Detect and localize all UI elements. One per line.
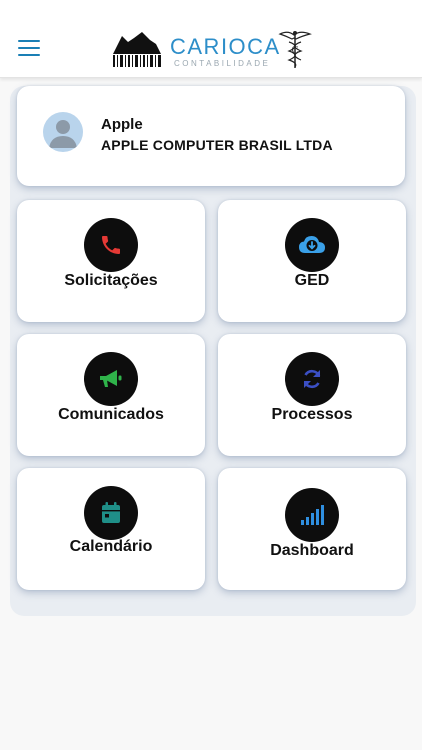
svg-text:C: C bbox=[292, 45, 299, 56]
tile-solicitacoes[interactable]: Solicitações bbox=[17, 200, 205, 322]
tile-label: Solicitações bbox=[64, 272, 158, 289]
profile-company: APPLE COMPUTER BRASIL LTDA bbox=[101, 137, 333, 153]
tile-calendario[interactable]: Calendário bbox=[17, 468, 205, 590]
calendar-icon bbox=[102, 502, 120, 523]
tile-dashboard[interactable]: Dashboard bbox=[218, 468, 406, 590]
user-avatar-icon bbox=[49, 120, 77, 148]
caduceus-icon: C bbox=[278, 31, 312, 68]
tile-ged[interactable]: GED bbox=[218, 200, 406, 322]
tile-label: Comunicados bbox=[58, 406, 164, 423]
tile-label: Calendário bbox=[69, 538, 153, 555]
profile-name: Apple bbox=[101, 116, 143, 133]
tile-processos[interactable]: Processos bbox=[218, 334, 406, 456]
signal-bars-icon bbox=[301, 505, 324, 525]
avatar bbox=[43, 112, 83, 152]
tile-label: GED bbox=[294, 272, 330, 289]
phone-icon bbox=[102, 236, 120, 254]
carioca-logo: CARIOCA CONTABILIDADE C bbox=[112, 28, 312, 72]
mountain-barcode-icon bbox=[113, 32, 161, 67]
logo-title: CARIOCA bbox=[170, 34, 281, 59]
profile-card[interactable]: Apple APPLE COMPUTER BRASIL LTDA bbox=[17, 86, 405, 186]
tile-label: Processos bbox=[271, 406, 353, 423]
app-header: CARIOCA CONTABILIDADE C bbox=[0, 0, 422, 78]
cloud-download-icon bbox=[299, 236, 325, 253]
megaphone-icon bbox=[100, 370, 122, 387]
tile-label: Dashboard bbox=[270, 542, 354, 559]
tile-comunicados[interactable]: Comunicados bbox=[17, 334, 205, 456]
sync-icon bbox=[303, 369, 321, 389]
menu-icon[interactable] bbox=[18, 40, 40, 56]
logo-subtitle: CONTABILIDADE bbox=[174, 59, 271, 68]
